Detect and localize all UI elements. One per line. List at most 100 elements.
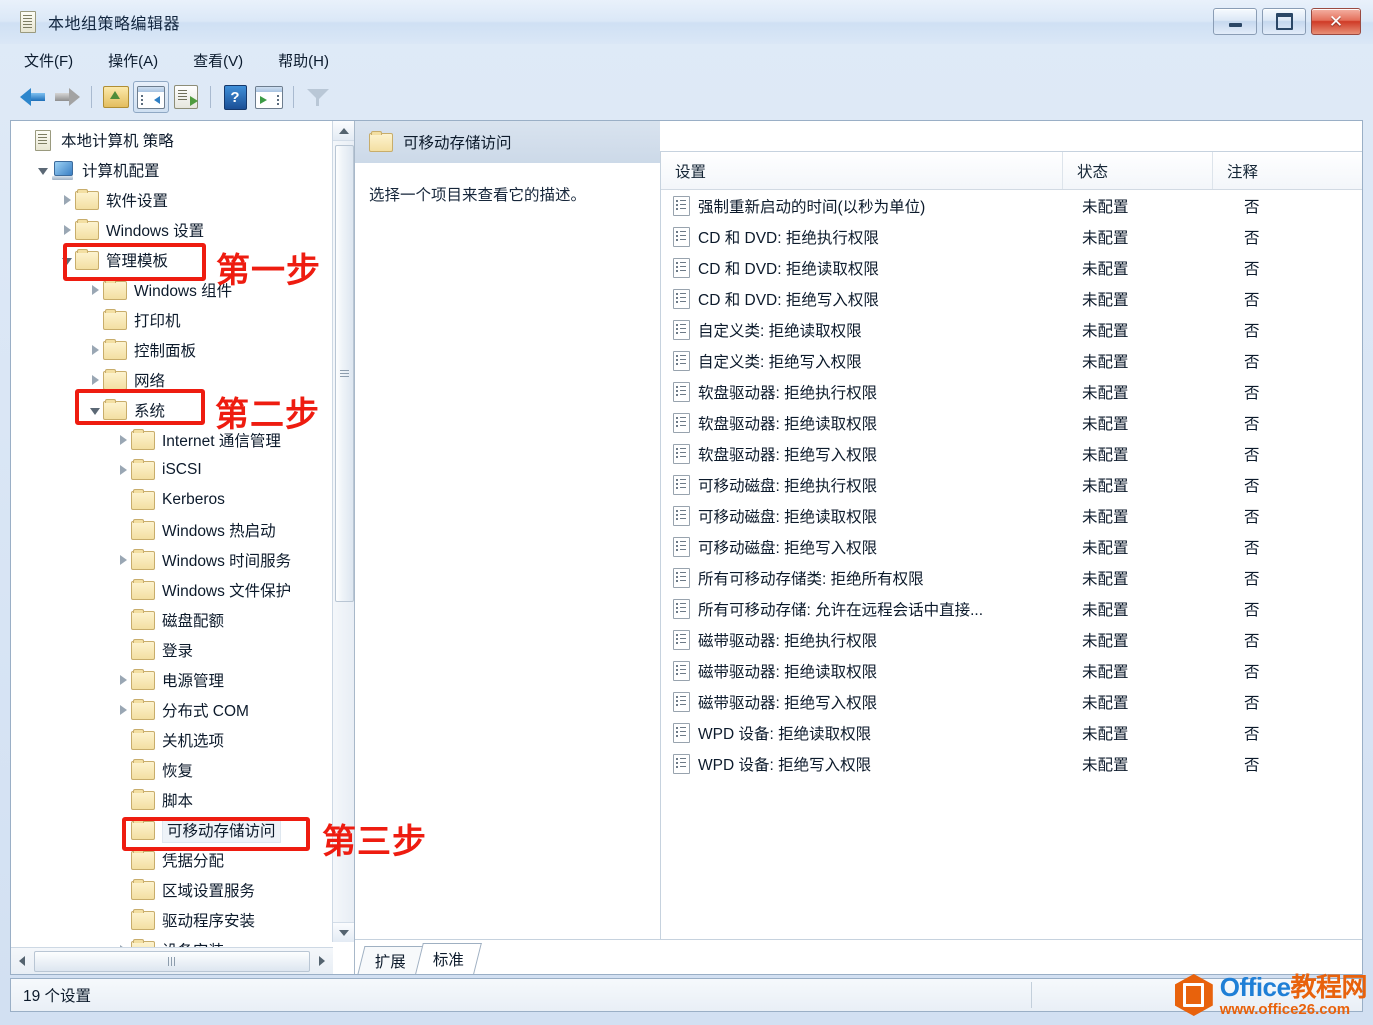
tree-item[interactable]: Kerberos <box>11 485 333 515</box>
minimize-button[interactable] <box>1213 8 1257 35</box>
table-row[interactable]: 磁带驱动器: 拒绝读取权限 未配置 否 <box>661 655 1362 686</box>
table-row[interactable]: 所有可移动存储类: 拒绝所有权限 未配置 否 <box>661 562 1362 593</box>
tab-standard[interactable]: 标准 <box>415 943 482 974</box>
forward-button[interactable] <box>50 82 84 112</box>
table-row[interactable]: 软盘驱动器: 拒绝执行权限 未配置 否 <box>661 376 1362 407</box>
tree-item[interactable]: 电源管理 <box>11 665 333 695</box>
back-button[interactable] <box>16 82 50 112</box>
tree-vertical-scrollbar[interactable] <box>332 121 354 942</box>
table-row[interactable]: 软盘驱动器: 拒绝写入权限 未配置 否 <box>661 438 1362 469</box>
chevron-down-icon[interactable] <box>59 245 75 275</box>
tree-item[interactable]: Windows 设置 <box>11 215 333 245</box>
table-row[interactable]: WPD 设备: 拒绝写入权限 未配置 否 <box>661 748 1362 779</box>
cell-state: 未配置 <box>1082 570 1129 588</box>
tree-item[interactable]: 网络 <box>11 365 333 395</box>
chevron-right-icon[interactable] <box>87 275 103 305</box>
tree-item[interactable]: 计算机配置 <box>11 155 333 185</box>
tree-item[interactable]: 恢复 <box>11 755 333 785</box>
table-row[interactable]: 可移动磁盘: 拒绝读取权限 未配置 否 <box>661 500 1362 531</box>
tree-item[interactable]: 驱动程序安装 <box>11 905 333 935</box>
scroll-up-button[interactable] <box>333 121 354 141</box>
table-row[interactable]: 强制重新启动的时间(以秒为单位) 未配置 否 <box>661 190 1362 221</box>
menu-action[interactable]: 操作(A) <box>108 50 158 71</box>
menu-file[interactable]: 文件(F) <box>24 50 73 71</box>
table-row[interactable]: 磁带驱动器: 拒绝写入权限 未配置 否 <box>661 686 1362 717</box>
cell-state: 未配置 <box>1082 291 1129 309</box>
table-row[interactable]: 可移动磁盘: 拒绝写入权限 未配置 否 <box>661 531 1362 562</box>
tree-item[interactable]: 区域设置服务 <box>11 875 333 905</box>
tree-item[interactable]: 打印机 <box>11 305 333 335</box>
tree-item[interactable]: Windows 文件保护 <box>11 575 333 605</box>
table-row[interactable]: WPD 设备: 拒绝读取权限 未配置 否 <box>661 717 1362 748</box>
tree-expander-empty <box>115 515 131 545</box>
chevron-right-icon[interactable] <box>115 455 131 485</box>
tree-horizontal-scrollbar[interactable] <box>11 947 333 974</box>
tree-expander-empty <box>115 845 131 875</box>
tree-item-label: 网络 <box>134 373 166 390</box>
scroll-down-button[interactable] <box>333 922 354 942</box>
filter-button[interactable] <box>301 82 335 112</box>
table-row[interactable]: CD 和 DVD: 拒绝执行权限 未配置 否 <box>661 221 1362 252</box>
tree-item[interactable]: 系统 <box>11 395 333 425</box>
tree-item[interactable]: 关机选项 <box>11 725 333 755</box>
table-row[interactable]: CD 和 DVD: 拒绝写入权限 未配置 否 <box>661 283 1362 314</box>
table-row[interactable]: 磁带驱动器: 拒绝执行权限 未配置 否 <box>661 624 1362 655</box>
tree-item[interactable]: 软件设置 <box>11 185 333 215</box>
show-hide-tree-button[interactable] <box>133 81 169 113</box>
close-button[interactable]: ✕ <box>1311 8 1361 35</box>
tree-item[interactable]: 管理模板 <box>11 245 333 275</box>
cell-comment: 否 <box>1244 322 1260 340</box>
tree-item[interactable]: Windows 组件 <box>11 275 333 305</box>
chevron-right-icon[interactable] <box>59 185 75 215</box>
tree-item[interactable]: 脚本 <box>11 785 333 815</box>
chevron-right-icon[interactable] <box>115 695 131 725</box>
column-header-state[interactable]: 状态 <box>1062 152 1212 189</box>
chevron-right-icon[interactable] <box>115 665 131 695</box>
scroll-right-button[interactable] <box>311 949 333 973</box>
scroll-thumb-horizontal[interactable] <box>34 950 310 972</box>
column-header-setting[interactable]: 设置 <box>661 152 1062 189</box>
tree-item[interactable]: Windows 时间服务 <box>11 545 333 575</box>
table-row[interactable]: CD 和 DVD: 拒绝读取权限 未配置 否 <box>661 252 1362 283</box>
chevron-right-icon[interactable] <box>87 365 103 395</box>
menu-view[interactable]: 查看(V) <box>193 50 243 71</box>
table-row[interactable]: 自定义类: 拒绝写入权限 未配置 否 <box>661 345 1362 376</box>
tree-item[interactable]: iSCSI <box>11 455 333 485</box>
up-one-level-button[interactable] <box>99 82 133 112</box>
chevron-down-icon[interactable] <box>87 395 103 425</box>
tree-item[interactable]: 本地计算机 策略 <box>11 125 333 155</box>
cell-setting: 自定义类: 拒绝读取权限 <box>661 319 1062 341</box>
table-row[interactable]: 所有可移动存储: 允许在远程会话中直接... 未配置 否 <box>661 593 1362 624</box>
table-row[interactable]: 软盘驱动器: 拒绝读取权限 未配置 否 <box>661 407 1362 438</box>
tree-item[interactable]: 登录 <box>11 635 333 665</box>
policy-document-icon <box>33 129 53 151</box>
tree-item-label: 系统 <box>134 403 166 420</box>
chevron-down-icon[interactable] <box>35 155 51 185</box>
tree-item[interactable]: 磁盘配额 <box>11 605 333 635</box>
folder-icon <box>131 668 155 690</box>
tab-extended[interactable]: 扩展 <box>357 946 424 974</box>
tree-item[interactable]: 可移动存储访问 <box>11 815 333 845</box>
chevron-right-icon[interactable] <box>59 215 75 245</box>
tree-item[interactable]: Windows 热启动 <box>11 515 333 545</box>
help-button[interactable]: ? <box>218 82 252 112</box>
column-header-comment[interactable]: 注释 <box>1212 152 1362 189</box>
table-row[interactable]: 自定义类: 拒绝读取权限 未配置 否 <box>661 314 1362 345</box>
cell-state: 未配置 <box>1082 353 1129 371</box>
toolbar-separator <box>293 86 294 108</box>
tree-item[interactable]: Internet 通信管理 <box>11 425 333 455</box>
scroll-left-button[interactable] <box>11 949 33 973</box>
show-action-pane-button[interactable] <box>252 82 286 112</box>
tree-item[interactable]: 凭据分配 <box>11 845 333 875</box>
table-row[interactable]: 可移动磁盘: 拒绝执行权限 未配置 否 <box>661 469 1362 500</box>
tree-item[interactable]: 分布式 COM <box>11 695 333 725</box>
export-list-button[interactable] <box>169 82 203 112</box>
cell-comment: 否 <box>1244 477 1260 495</box>
tree-item[interactable]: 控制面板 <box>11 335 333 365</box>
chevron-right-icon[interactable] <box>115 545 131 575</box>
scroll-thumb[interactable] <box>335 145 354 602</box>
chevron-right-icon[interactable] <box>115 425 131 455</box>
maximize-button[interactable] <box>1262 8 1306 35</box>
chevron-right-icon[interactable] <box>87 335 103 365</box>
menu-help[interactable]: 帮助(H) <box>278 50 329 71</box>
